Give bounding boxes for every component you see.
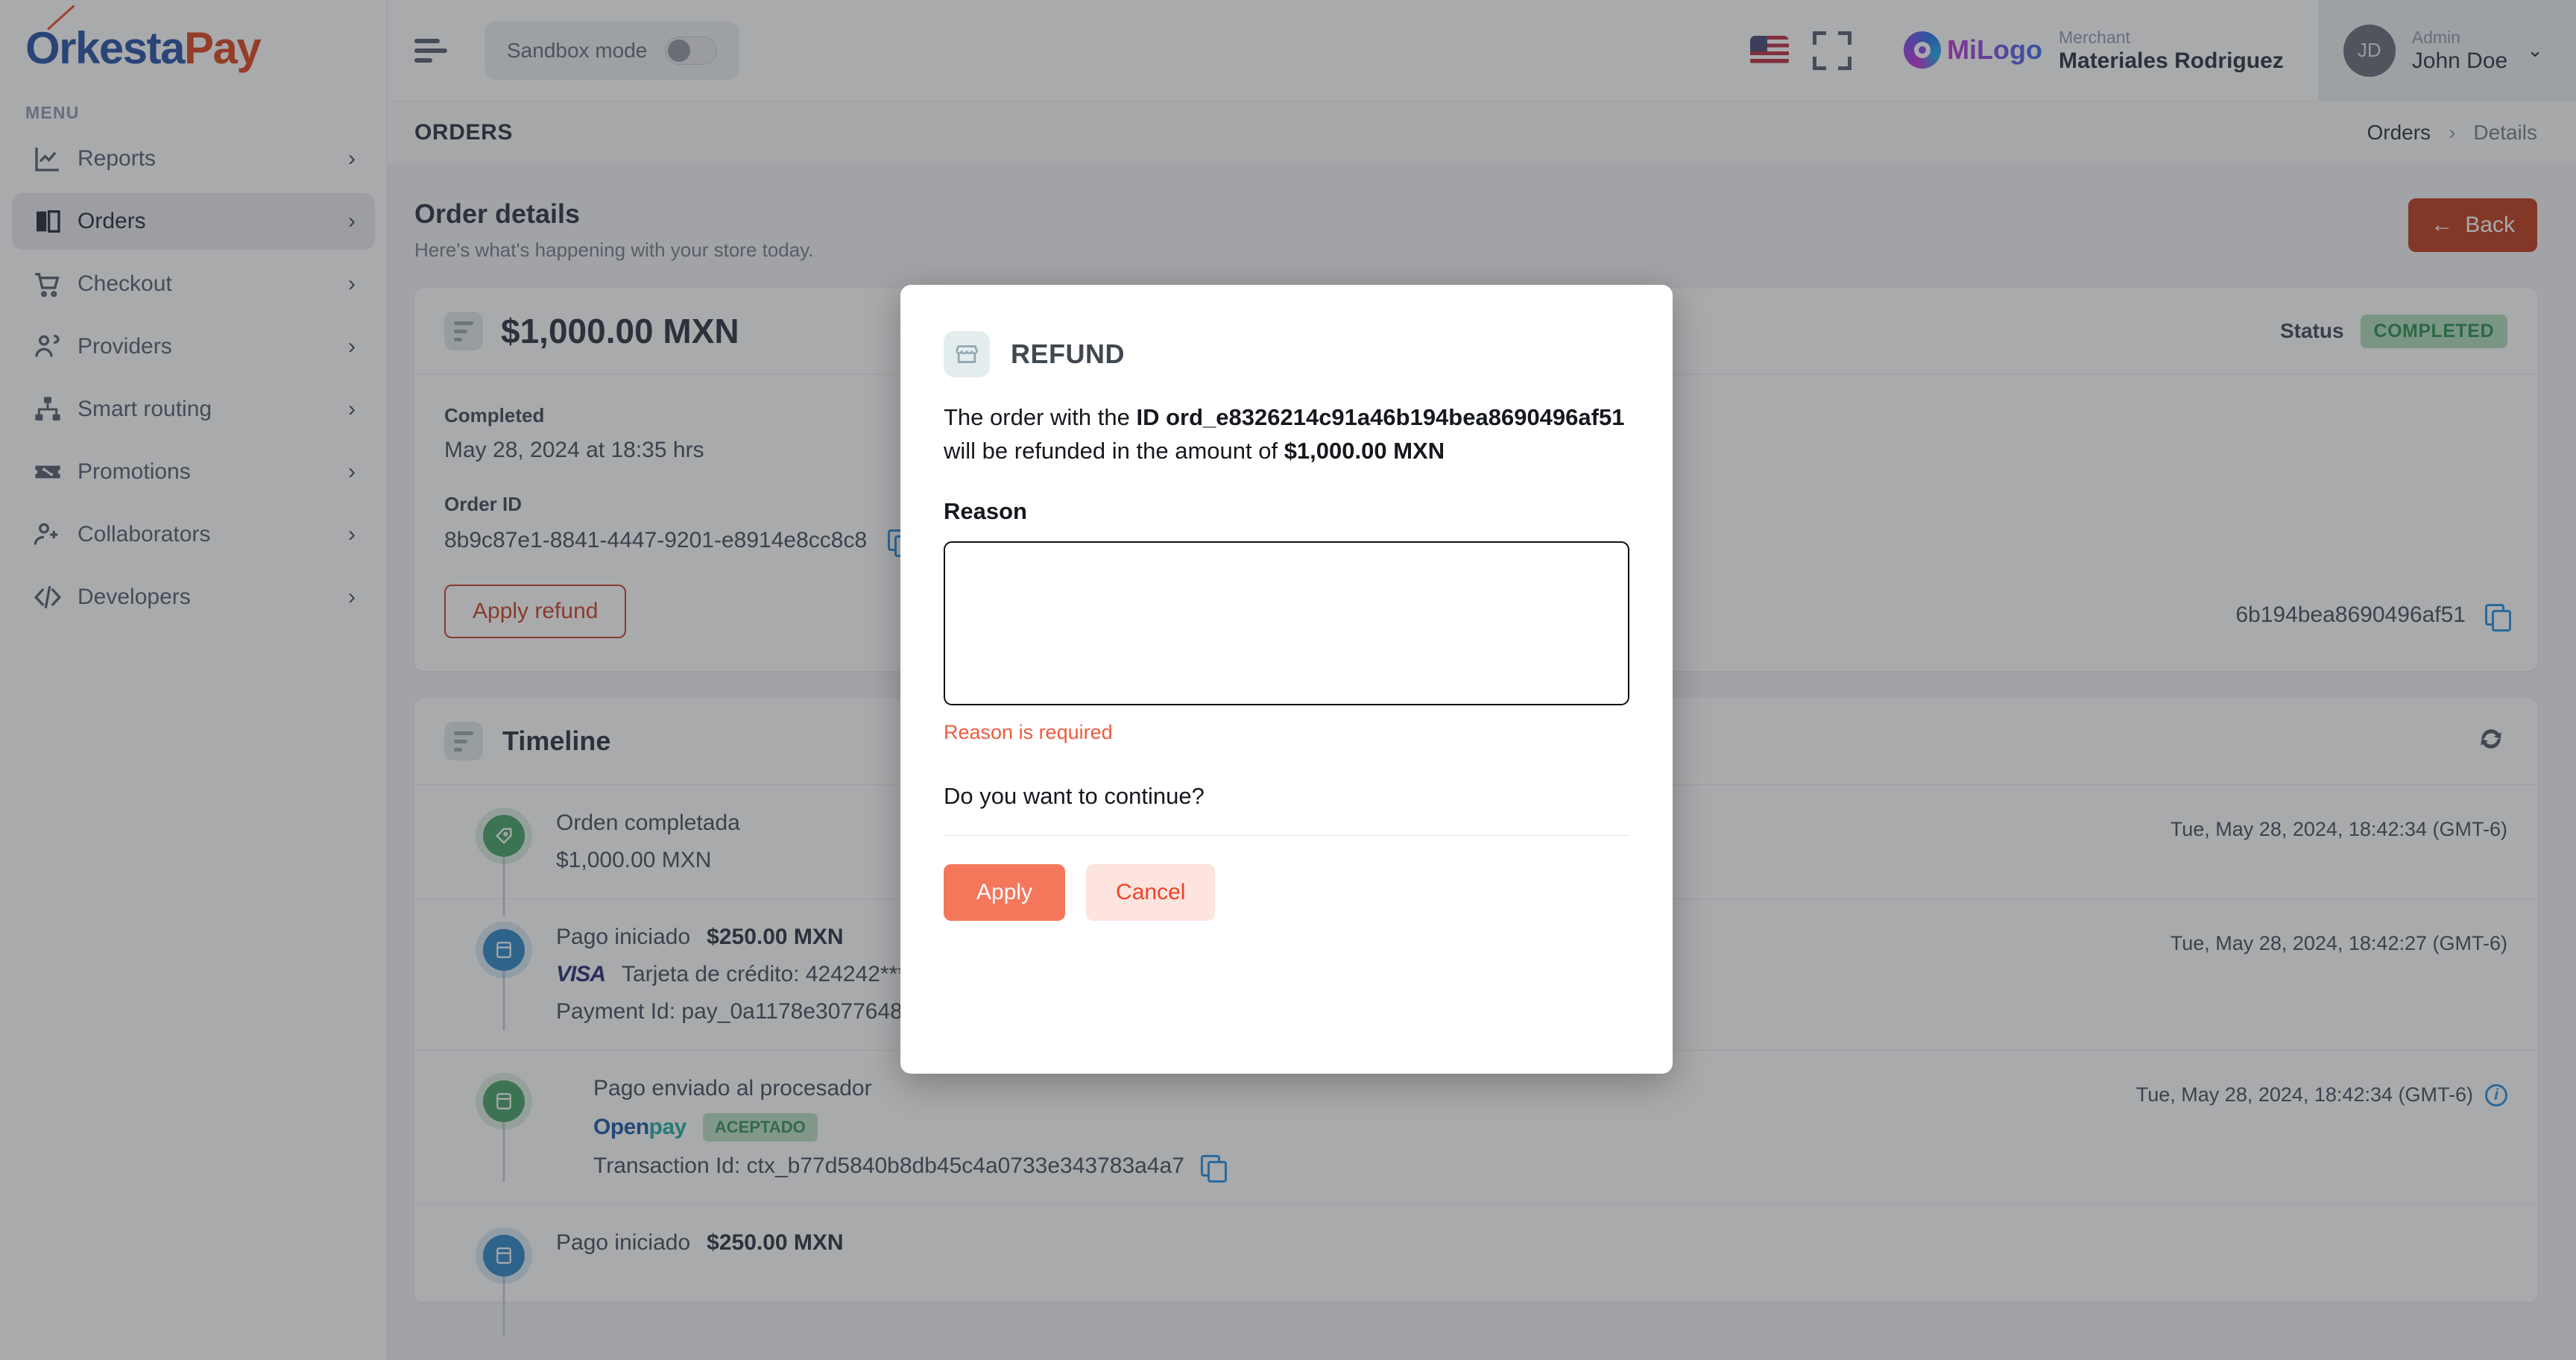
store-icon [944,331,990,377]
refund-modal: REFUND The order with the ID ord_e832621… [900,285,1673,1074]
refund-amount: $1,000.00 MXN [1284,437,1445,464]
confirm-question: Do you want to continue? [944,782,1205,809]
apply-button[interactable]: Apply [944,863,1066,921]
modal-divider [944,834,1629,836]
reason-input[interactable] [943,540,1630,706]
refund-modal-header: REFUND [944,331,1629,377]
reason-label: Reason [944,497,1027,524]
app-root: OrkestaPay MENU Reports › Orders › Check… [0,0,2576,1360]
refund-body-mid: will be refunded in the amount of [944,437,1284,464]
cancel-button[interactable]: Cancel [1086,863,1216,921]
modal-actions: Apply Cancel [944,863,1629,921]
refund-modal-title: REFUND [1011,339,1125,369]
refund-body-pre: The order with the [944,404,1137,430]
refund-modal-body: The order with the ID ord_e8326214c91a46… [944,401,1629,468]
refund-body-id-label: ID [1136,404,1160,430]
reason-error-text: Reason is required [944,720,1113,743]
refund-order-id: ord_e8326214c91a46b194bea8690496af51 [1166,404,1625,430]
